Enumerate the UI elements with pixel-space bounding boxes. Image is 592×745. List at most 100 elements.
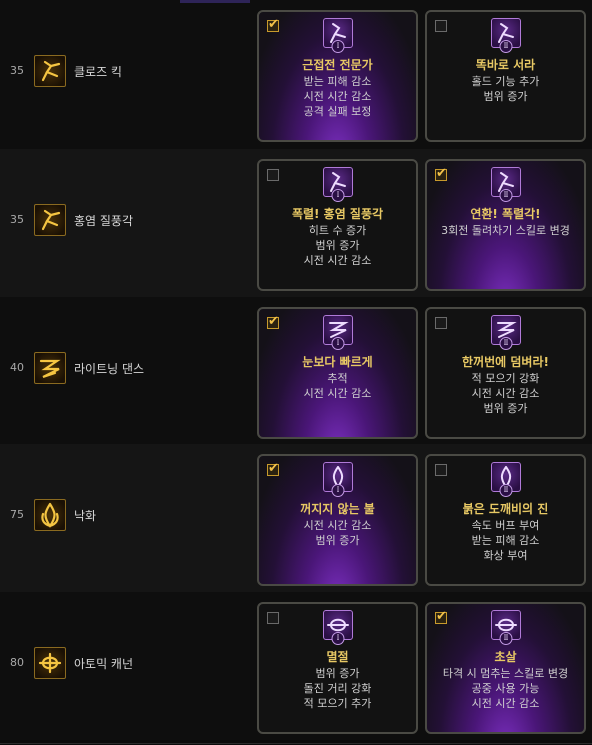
option-title: 멸절 <box>326 650 349 664</box>
option-effects: 타격 시 멈추는 스킬로 변경 공중 사용 가능 시전 시간 감소 <box>427 666 584 711</box>
option-effect-line: 돌진 거리 강화 <box>303 682 372 695</box>
option-numeral: Ⅰ <box>331 632 345 645</box>
option-title: 연환! 폭렬각! <box>470 207 541 221</box>
option-checkbox[interactable]: ✔ <box>267 17 279 32</box>
talent-icon: Ⅱ <box>491 462 521 497</box>
option-title: 폭렬! 홍염 질풍각 <box>291 207 384 221</box>
skill-level: 40 <box>10 361 24 374</box>
option-effect-line: 범위 증가 <box>483 402 528 415</box>
option-effect-line: 타격 시 멈추는 스킬로 변경 <box>442 667 569 680</box>
talent-option-1[interactable]: Ⅰ 멸절범위 증가돌진 거리 강화적 모으기 추가 <box>257 602 418 734</box>
talent-option-2[interactable]: Ⅱ 한꺼번에 덤벼라! 적 모으기 강화 시전 시간 감소 범위 증가 <box>425 307 586 439</box>
option-title: 똑바로 서라 <box>475 58 536 72</box>
flame-kick-icon <box>34 204 66 236</box>
option-effect-line: 속도 버프 부여 <box>471 519 540 532</box>
talent-icon: Ⅱ <box>491 167 521 202</box>
skill-level: 35 <box>10 213 24 226</box>
option-numeral: Ⅱ <box>499 484 513 497</box>
option-effect-line: 화상 부여 <box>483 549 528 562</box>
atomic-cannon-icon <box>34 647 66 679</box>
option-effect-line: 공중 사용 가능 <box>471 682 540 695</box>
option-effects: 3회전 돌려차기 스킬로 변경 <box>427 223 584 238</box>
skill-level: 80 <box>10 656 24 669</box>
talent-icon: Ⅱ <box>491 610 521 645</box>
option-effect-line: 범위 증가 <box>315 239 360 252</box>
skill-name: 낙화 <box>74 509 97 523</box>
option-effect-line: 시전 시간 감소 <box>471 387 540 400</box>
option-effects: 범위 증가돌진 거리 강화적 모으기 추가 <box>259 666 416 711</box>
option-effect-line: 히트 수 증가 <box>308 224 367 237</box>
check-icon: ✔ <box>268 461 279 476</box>
talent-option-1[interactable]: ✔ Ⅰ 꺼지지 않는 불시전 시간 감소범위 증가 <box>257 454 418 586</box>
option-effect-line: 시전 시간 감소 <box>303 519 372 532</box>
talent-icon: Ⅱ <box>491 18 521 53</box>
option-effects: 추적 시전 시간 감소 <box>259 371 416 401</box>
skill-name: 클로즈 킥 <box>74 65 122 79</box>
option-effects: 히트 수 증가범위 증가시전 시간 감소 <box>259 223 416 268</box>
check-icon: ✔ <box>436 166 447 181</box>
option-effect-line: 3회전 돌려차기 스킬로 변경 <box>441 224 570 237</box>
option-numeral: Ⅱ <box>499 40 513 53</box>
option-title: 초살 <box>494 650 517 664</box>
option-effects: 속도 버프 부여받는 피해 감소화상 부여 <box>427 518 584 563</box>
check-icon: ✔ <box>268 314 279 329</box>
option-numeral: Ⅱ <box>499 632 513 645</box>
talent-option-2[interactable]: Ⅱ 붉은 도깨비의 진속도 버프 부여받는 피해 감소화상 부여 <box>425 454 586 586</box>
talent-icon: Ⅰ <box>323 315 353 350</box>
option-checkbox[interactable]: ✔ <box>435 609 447 624</box>
option-effect-line: 범위 증가 <box>315 667 360 680</box>
falling-flower-icon <box>34 499 66 531</box>
option-numeral: Ⅱ <box>499 189 513 202</box>
option-title: 꺼지지 않는 불 <box>300 502 375 516</box>
option-checkbox[interactable] <box>435 464 447 476</box>
option-effect-line: 공격 실패 보정 <box>303 105 372 118</box>
option-checkbox[interactable] <box>435 20 447 32</box>
option-numeral: Ⅰ <box>331 40 345 53</box>
option-effects: 받는 피해 감소시전 시간 감소공격 실패 보정 <box>259 74 416 119</box>
option-numeral: Ⅱ <box>499 337 513 350</box>
talent-option-2[interactable]: Ⅱ 똑바로 서라홀드 기능 추가범위 증가 <box>425 10 586 142</box>
talent-icon: Ⅱ <box>491 315 521 350</box>
skill-level: 35 <box>10 64 24 77</box>
option-effect-line: 홀드 기능 추가 <box>471 75 540 88</box>
talent-option-1[interactable]: ✔ Ⅰ 근접전 전문가받는 피해 감소시전 시간 감소공격 실패 보정 <box>257 10 418 142</box>
option-effect-line: 범위 증가 <box>483 90 528 103</box>
option-numeral: Ⅰ <box>331 337 345 350</box>
check-icon: ✔ <box>268 17 279 32</box>
kick-icon <box>34 55 66 87</box>
option-checkbox[interactable]: ✔ <box>267 314 279 329</box>
option-effect-line: 적 모으기 추가 <box>303 697 372 710</box>
skill-name: 라이트닝 댄스 <box>74 362 145 376</box>
option-effect-line: 시전 시간 감소 <box>303 90 372 103</box>
option-checkbox[interactable] <box>267 169 279 181</box>
option-effect-line: 받는 피해 감소 <box>303 75 372 88</box>
option-title: 근접전 전문가 <box>302 58 373 72</box>
option-effects: 시전 시간 감소범위 증가 <box>259 518 416 548</box>
talent-option-2[interactable]: ✔ Ⅱ 초살 타격 시 멈추는 스킬로 변경 공중 사용 가능 시전 시간 감소 <box>425 602 586 734</box>
option-title: 한꺼번에 덤벼라! <box>462 355 549 369</box>
talent-icon: Ⅰ <box>323 462 353 497</box>
option-title: 눈보다 빠르게 <box>302 355 373 369</box>
option-checkbox[interactable] <box>267 612 279 624</box>
lightning-dance-icon <box>34 352 66 384</box>
skill-name: 아토믹 캐넌 <box>74 657 134 671</box>
option-effects: 적 모으기 강화 시전 시간 감소 범위 증가 <box>427 371 584 416</box>
option-effect-line: 시전 시간 감소 <box>303 254 372 267</box>
talent-icon: Ⅰ <box>323 610 353 645</box>
skill-name: 홍염 질풍각 <box>74 214 134 228</box>
row-divider <box>0 743 592 744</box>
option-effect-line: 범위 증가 <box>315 534 360 547</box>
option-checkbox[interactable]: ✔ <box>435 166 447 181</box>
talent-option-2[interactable]: ✔ Ⅱ 연환! 폭렬각! 3회전 돌려차기 스킬로 변경 <box>425 159 586 291</box>
option-numeral: Ⅰ <box>331 189 345 202</box>
option-effect-line: 받는 피해 감소 <box>471 534 540 547</box>
option-checkbox[interactable] <box>435 317 447 329</box>
option-title: 붉은 도깨비의 진 <box>462 502 549 516</box>
option-effect-line: 시전 시간 감소 <box>303 387 372 400</box>
talent-icon: Ⅰ <box>323 167 353 202</box>
check-icon: ✔ <box>436 609 447 624</box>
top-accent <box>180 0 250 3</box>
option-checkbox[interactable]: ✔ <box>267 461 279 476</box>
talent-option-1[interactable]: Ⅰ 폭렬! 홍염 질풍각히트 수 증가범위 증가시전 시간 감소 <box>257 159 418 291</box>
talent-option-1[interactable]: ✔ Ⅰ 눈보다 빠르게추적 시전 시간 감소 <box>257 307 418 439</box>
